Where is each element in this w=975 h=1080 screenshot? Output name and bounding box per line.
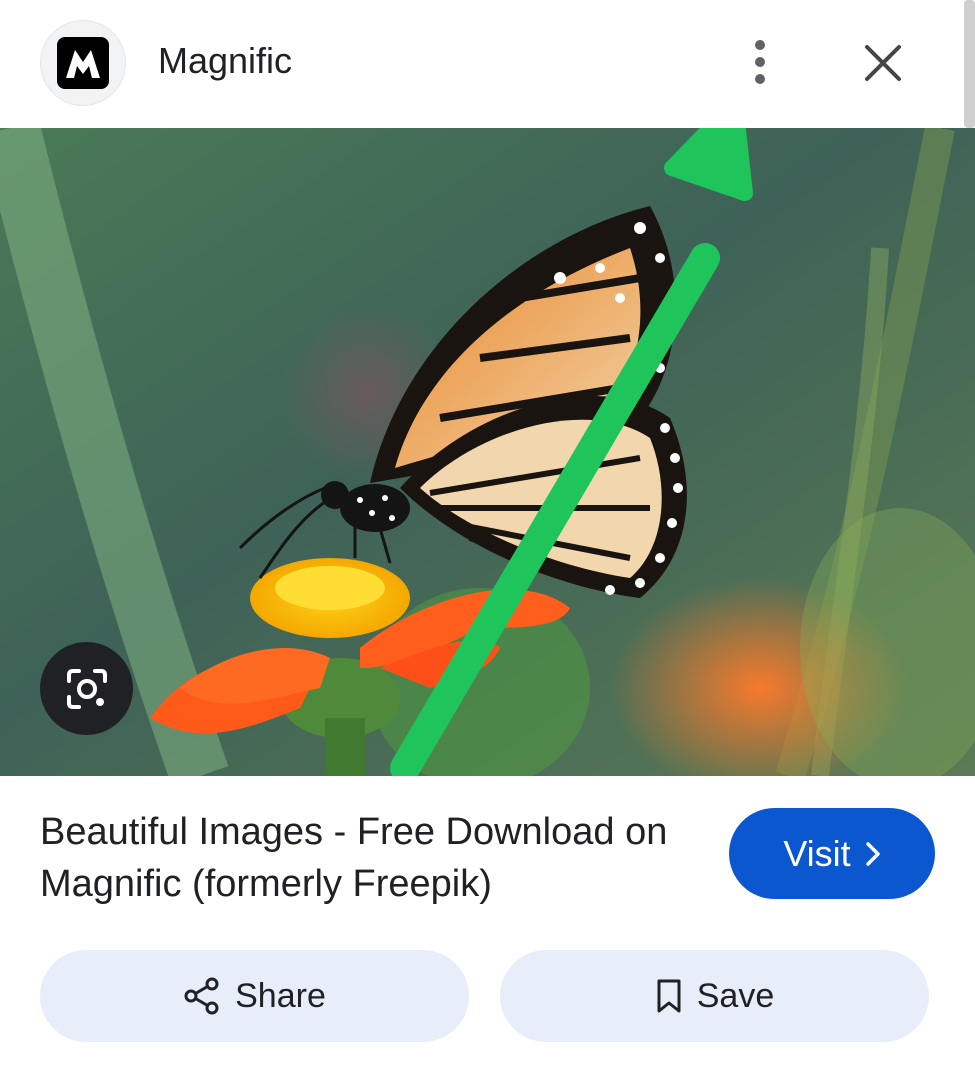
- result-header: Magnific: [0, 0, 975, 128]
- share-button[interactable]: Share: [40, 950, 469, 1042]
- save-button[interactable]: Save: [500, 950, 929, 1042]
- site-name[interactable]: Magnific: [158, 40, 292, 82]
- visit-button[interactable]: Visit: [729, 808, 935, 899]
- more-options-button[interactable]: [734, 34, 786, 90]
- close-button[interactable]: [856, 36, 910, 90]
- share-icon: [184, 977, 219, 1015]
- more-vert-icon: [755, 40, 765, 84]
- result-title[interactable]: Beautiful Images - Free Download on Magn…: [40, 806, 700, 910]
- site-avatar[interactable]: [40, 20, 126, 106]
- share-label: Share: [235, 976, 326, 1015]
- lens-button[interactable]: [40, 642, 133, 735]
- result-image[interactable]: [0, 128, 975, 776]
- chevron-right-icon: [865, 841, 880, 866]
- scrollbar[interactable]: [964, 0, 975, 128]
- bookmark-icon: [657, 979, 681, 1013]
- magnific-logo-icon: [57, 37, 109, 89]
- visit-label: Visit: [783, 832, 851, 874]
- close-icon: [865, 45, 901, 81]
- google-lens-icon: [66, 668, 107, 709]
- save-label: Save: [696, 976, 775, 1015]
